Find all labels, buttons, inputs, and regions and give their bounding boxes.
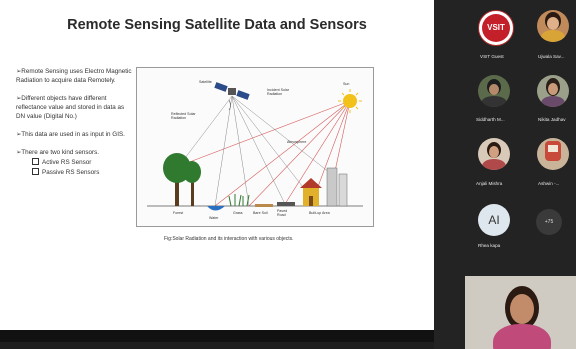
avatar xyxy=(537,75,569,107)
building-icon xyxy=(300,167,348,207)
sub-bullet-item: Active RS Sensor xyxy=(32,158,134,168)
avatar xyxy=(537,138,569,170)
grass-icon xyxy=(228,194,250,207)
bare-soil-icon xyxy=(255,204,273,207)
bullet-list: ➢Remote Sensing uses Electro Magnetic Ra… xyxy=(16,67,134,177)
sub-bullet-item: Passive RS Sensors xyxy=(32,167,134,178)
label-satellite: Satellite xyxy=(199,80,212,84)
bullet-item: ➢There are two kind sensors. xyxy=(16,149,99,156)
remote-sensing-diagram: Satellite Sun Reflected Solar Radiation … xyxy=(136,67,374,227)
bullet-item: ➢This data are used in as input in GIS. xyxy=(16,131,125,138)
checkbox-square-icon xyxy=(32,158,39,165)
participant-name: Anjali Mishra xyxy=(476,181,503,186)
label-sun: Sun xyxy=(343,82,350,86)
label-atmosphere: Atmosphere xyxy=(287,140,307,144)
participant-name: Nikita Jadhav xyxy=(538,117,566,122)
radiation-rays xyxy=(178,100,351,207)
water-icon xyxy=(207,206,225,211)
label-grass: Grass xyxy=(233,211,243,215)
participant-name: Rhea kapa xyxy=(478,243,501,248)
participant-name: Ashwin -... xyxy=(538,181,560,186)
label-water: Water xyxy=(209,216,219,220)
avatar xyxy=(478,138,510,170)
label-forest: Forest xyxy=(173,211,184,215)
figure-caption: Fig:Solar Radiation and its interaction … xyxy=(164,236,294,242)
label-paved-road: Paved Road xyxy=(277,209,288,217)
participant-name: Siddharth M... xyxy=(476,117,505,122)
participant-name: Ujwala Sav... xyxy=(538,54,565,59)
label-built-up-area: Built-up Area xyxy=(309,211,330,215)
vsit-logo: VSIT xyxy=(478,10,514,46)
bullet-item: ➢Different objects have different reflec… xyxy=(16,95,125,120)
slide-bottom-bar xyxy=(0,330,434,342)
label-bare-soil: Bare Soil xyxy=(253,211,268,215)
label-reflected-radiation: Reflected Solar Radiation xyxy=(171,112,196,120)
presentation-slide: Remote Sensing Satellite Data and Sensor… xyxy=(0,0,434,342)
presenter-video xyxy=(465,276,576,349)
more-participants-button[interactable]: +75 xyxy=(536,209,562,235)
diagram-art xyxy=(147,82,363,211)
participant-initials-avatar[interactable]: AI xyxy=(478,204,510,236)
forest-icon xyxy=(163,153,201,206)
avatar xyxy=(478,75,510,107)
checkbox-square-icon xyxy=(32,167,39,175)
paved-road-icon xyxy=(277,202,295,206)
slide-title: Remote Sensing Satellite Data and Sensor… xyxy=(67,17,367,33)
label-incident-radiation: Incident Solar Radiation xyxy=(267,88,289,96)
avatar xyxy=(537,10,569,42)
participant-name: VSIT Guest xyxy=(480,54,504,59)
bullet-item: ➢Remote Sensing uses Electro Magnetic Ra… xyxy=(16,68,132,84)
